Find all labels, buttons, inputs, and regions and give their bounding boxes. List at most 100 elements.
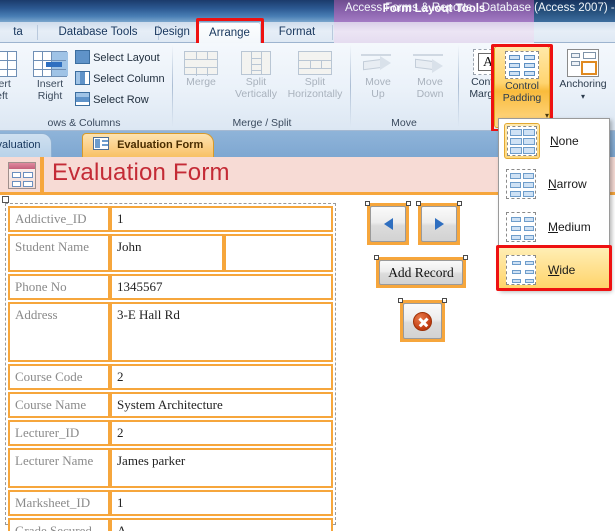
layout-selector-handle[interactable]: [2, 196, 9, 203]
field-label: Phone No: [10, 276, 108, 298]
form-title: Evaluation Form: [52, 159, 230, 186]
field-value[interactable]: John: [112, 236, 222, 270]
tab-arrange[interactable]: Arrange: [198, 22, 261, 43]
field-value[interactable]: 2: [112, 422, 331, 444]
arrow-right-icon: [434, 218, 444, 230]
window-title-bar: Form Layout Tools Access Forms & Reports…: [0, 0, 615, 22]
padding-menu-item-medium[interactable]: Medium: [499, 205, 609, 248]
doc-tab-final-evaluation[interactable]: inal Evaluation: [0, 133, 52, 157]
select-layout-label: Select Layout: [93, 52, 160, 64]
field-value[interactable]: 1345567: [112, 276, 331, 298]
select-column-button[interactable]: Select Column: [75, 71, 165, 87]
select-layout-button[interactable]: Select Layout: [75, 50, 160, 66]
split-vertically-button[interactable]: Split Vertically: [228, 51, 284, 100]
padding-menu-item-label: Wide: [548, 262, 576, 277]
field-value[interactable]: 2: [112, 366, 331, 388]
field-value[interactable]: A: [112, 520, 331, 531]
field-label: Marksheet_ID: [10, 492, 108, 514]
resize-handle-ne[interactable]: [457, 201, 462, 206]
contextual-tab-background: [334, 22, 534, 43]
padding-menu-item-narrow[interactable]: Narrow: [499, 162, 609, 205]
select-row-label: Select Row: [93, 94, 149, 106]
insert-right-label-line2: Right: [37, 89, 63, 102]
merge-label: Merge: [186, 76, 216, 88]
doc-tab-label: inal Evaluation: [0, 139, 41, 151]
arrow-left-icon: [383, 218, 393, 230]
padding-menu-item-none[interactable]: None: [499, 119, 609, 162]
control-padding-label-line1: Control: [505, 80, 539, 92]
field-label: Addictive_ID: [10, 208, 108, 230]
padding-preview-icon: [506, 211, 536, 242]
form-row: Address 3-E Hall Rd: [8, 302, 333, 362]
resize-handle-nw[interactable]: [374, 255, 379, 260]
padding-preview-icon: [506, 254, 536, 285]
group-label-merge-split: Merge / Split: [232, 117, 292, 129]
resize-handle-nw[interactable]: [365, 201, 370, 206]
field-label: Course Name: [10, 394, 108, 416]
form-row: Lecturer_ID 2: [8, 420, 333, 446]
merge-button[interactable]: Merge: [176, 51, 226, 89]
move-up-label-line2: Up: [371, 87, 385, 100]
padding-menu-item-wide[interactable]: Wide: [499, 248, 609, 291]
next-record-button[interactable]: [416, 201, 462, 245]
insert-left-button[interactable]: sert eft: [0, 51, 24, 102]
window-title: Access Forms & Reports : Database (Acces…: [345, 2, 615, 14]
group-label-move: Move: [391, 117, 417, 129]
control-padding-label-line2: Padding: [502, 91, 542, 104]
anchoring-button[interactable]: Anchoring ▾: [552, 49, 614, 102]
insert-left-label-line1: sert: [0, 78, 11, 90]
split-vertically-label-line2: Vertically: [234, 87, 277, 100]
anchoring-label: Anchoring: [559, 78, 607, 90]
form-row: Student Name John: [8, 234, 333, 272]
tab-format[interactable]: Format: [266, 22, 328, 43]
insert-right-button[interactable]: Insert Right: [26, 51, 74, 102]
group-label-rows-columns: ows & Columns: [47, 117, 121, 129]
field-label: Lecturer_ID: [10, 422, 108, 444]
close-x-icon: [413, 311, 432, 331]
move-up-button[interactable]: Move Up: [354, 51, 402, 100]
field-value[interactable]: James parker: [112, 450, 331, 486]
control-padding-button[interactable]: Control Padding: [494, 46, 550, 128]
move-down-label-line1: Move: [417, 76, 443, 88]
select-row-button[interactable]: Select Row: [75, 92, 149, 108]
resize-handle-ne[interactable]: [442, 298, 447, 303]
form-header-accent-bar: [40, 157, 44, 192]
field-value[interactable]: 3-E Hall Rd: [112, 304, 331, 360]
close-form-button[interactable]: [398, 298, 447, 342]
resize-handle-nw[interactable]: [398, 298, 403, 303]
field-label: Course Code: [10, 366, 108, 388]
tab-data[interactable]: ta: [0, 22, 36, 43]
anchoring-dropdown-arrow-icon[interactable]: ▾: [552, 91, 614, 103]
form-row: Grade Secured A: [8, 518, 333, 531]
padding-menu-item-label: Medium: [548, 219, 591, 234]
move-down-button[interactable]: Move Down: [404, 51, 456, 100]
add-record-button[interactable]: Add Record: [374, 255, 468, 288]
padding-preview-icon: [506, 168, 536, 199]
field-label: Student Name: [10, 236, 108, 270]
field-value-empty[interactable]: [226, 236, 331, 270]
control-padding-dropdown-menu[interactable]: None Narrow Medium Wide: [498, 118, 610, 291]
form-row: Addictive_ID 1: [8, 206, 333, 232]
form-row: Course Code 2: [8, 364, 333, 390]
tab-divider-3: [332, 25, 333, 40]
ribbon-tab-strip: ta Database Tools Design Arrange Format: [0, 22, 615, 43]
tab-divider-1: [37, 25, 38, 40]
prev-record-button[interactable]: [365, 201, 411, 245]
insert-left-label-line2: eft: [0, 89, 8, 102]
resize-handle-nw[interactable]: [416, 201, 421, 206]
select-column-icon: [75, 71, 90, 85]
field-value[interactable]: 1: [112, 208, 331, 230]
field-label: Grade Secured: [10, 520, 108, 531]
doc-tab-label: Evaluation Form: [117, 139, 204, 151]
field-value[interactable]: 1: [112, 492, 331, 514]
resize-handle-ne[interactable]: [406, 201, 411, 206]
field-value[interactable]: System Architecture: [112, 394, 331, 416]
form-row: Lecturer Name James parker: [8, 448, 333, 488]
split-horizontally-button[interactable]: Split Horizontally: [282, 51, 348, 100]
resize-handle-ne[interactable]: [463, 255, 468, 260]
move-down-label-line2: Down: [416, 87, 444, 100]
form-row: Marksheet_ID 1: [8, 490, 333, 516]
doc-tab-evaluation-form[interactable]: Evaluation Form: [82, 133, 215, 157]
split-vertically-label-line1: Split: [245, 76, 267, 88]
select-layout-icon: [75, 50, 90, 64]
